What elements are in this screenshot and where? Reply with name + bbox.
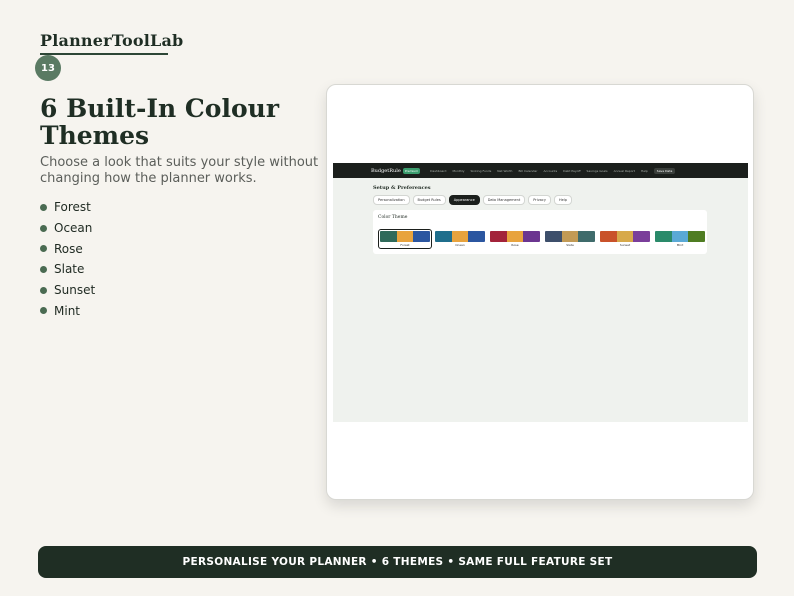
nav-item-debt-payoff[interactable]: Debt Payoff [563, 169, 580, 173]
swatch-color-bar [561, 231, 579, 242]
nav-item-savings-goals[interactable]: Savings Goals [587, 169, 608, 173]
brand-underline [40, 53, 168, 55]
swatch-color-bar [490, 231, 507, 242]
swatch-colors [380, 231, 430, 242]
nav-item-accounts[interactable]: Accounts [543, 169, 557, 173]
swatch-color-bar [616, 231, 634, 242]
swatch-color-bar [688, 231, 705, 242]
app-nav: Dashboard Monthly Sinking Funds Net Wort… [430, 169, 648, 173]
nav-item-help[interactable]: Help [641, 169, 648, 173]
theme-swatch-slate[interactable]: Slate [544, 230, 596, 248]
nav-item-net-worth[interactable]: Net Worth [497, 169, 512, 173]
nav-item-monthly[interactable]: Monthly [452, 169, 464, 173]
list-item: Rose [40, 238, 95, 259]
tab-privacy[interactable]: Privacy [528, 195, 551, 205]
swatch-colors [435, 231, 485, 242]
theme-name: Sunset [54, 283, 96, 298]
swatch-label: Forest [400, 243, 410, 247]
nav-item-bill-calendar[interactable]: Bill Calendar [518, 169, 537, 173]
theme-list: Forest Ocean Rose Slate Sunset Mint [40, 197, 95, 321]
device-frame: BudgetRule Premium Dashboard Monthly Sin… [326, 84, 754, 500]
swatch-color-bar [545, 231, 562, 242]
brand-logo: PlannerToolLab [40, 31, 184, 50]
swatch-colors [545, 231, 595, 242]
theme-name: Forest [54, 200, 91, 215]
bullet-icon [40, 224, 47, 232]
swatch-color-bar [523, 231, 540, 242]
list-item: Forest [40, 197, 95, 218]
swatch-color-bar [435, 231, 452, 242]
list-item: Ocean [40, 218, 95, 239]
footer-banner: PERSONALISE YOUR PLANNER • 6 THEMES • SA… [38, 546, 757, 578]
swatch-color-bar [468, 231, 485, 242]
tab-help[interactable]: Help [553, 195, 572, 205]
swatch-label: Slate [566, 243, 574, 247]
theme-name: Slate [54, 262, 85, 277]
bullet-icon [40, 307, 47, 315]
swatch-color-bar [396, 231, 414, 242]
page-title: 6 Built-In Colour Themes [40, 94, 279, 150]
save-data-button[interactable]: Save Data [653, 167, 676, 174]
card-title: Color Theme [378, 215, 408, 220]
app-screenshot: BudgetRule Premium Dashboard Monthly Sin… [333, 163, 748, 422]
nav-item-dashboard[interactable]: Dashboard [430, 169, 446, 173]
premium-badge: Premium [402, 167, 421, 174]
swatch-colors [600, 231, 650, 242]
swatch-color-bar [671, 231, 689, 242]
setup-title: Setup & Preferences [373, 185, 431, 191]
swatch-color-bar [413, 231, 430, 242]
tab-appearance[interactable]: Appearance [448, 195, 480, 205]
swatch-color-bar [633, 231, 650, 242]
theme-name: Rose [54, 241, 83, 256]
nav-item-sinking-funds[interactable]: Sinking Funds [470, 169, 491, 173]
swatch-label: Rose [511, 243, 519, 247]
tab-data-management[interactable]: Data Management [482, 195, 526, 205]
list-item: Mint [40, 300, 95, 321]
nav-item-annual-report[interactable]: Annual Report [614, 169, 635, 173]
swatch-color-bar [600, 231, 617, 242]
page-subtitle: Choose a look that suits your style with… [40, 155, 319, 186]
swatch-label: Mint [676, 243, 684, 247]
theme-swatch-sunset[interactable]: Sunset [599, 230, 651, 248]
swatch-color-bar [506, 231, 524, 242]
swatch-color-bar [451, 231, 469, 242]
swatch-color-bar [578, 231, 595, 242]
theme-name: Mint [54, 303, 80, 318]
theme-swatches: Forest Ocean Rose Slate Sunset Mint [378, 229, 706, 249]
list-item: Slate [40, 259, 95, 280]
bullet-icon [40, 265, 47, 273]
swatch-color-bar [380, 231, 397, 242]
page-number-badge: 13 [35, 55, 61, 81]
bullet-icon [40, 245, 47, 253]
list-item: Sunset [40, 280, 95, 301]
swatch-colors [490, 231, 540, 242]
tab-personalization[interactable]: Personalization [373, 195, 410, 205]
app-topbar: BudgetRule Premium Dashboard Monthly Sin… [333, 163, 748, 178]
theme-swatch-ocean[interactable]: Ocean [434, 230, 486, 248]
theme-swatch-rose[interactable]: Rose [489, 230, 541, 248]
theme-swatch-mint[interactable]: Mint [654, 230, 706, 248]
app-logo: BudgetRule [371, 167, 401, 174]
swatch-label: Ocean [455, 243, 465, 247]
tab-budget-rules[interactable]: Budget Rules [412, 195, 446, 205]
swatch-colors [655, 231, 705, 242]
theme-swatch-forest[interactable]: Forest [378, 229, 432, 249]
bullet-icon [40, 286, 47, 294]
color-theme-card: Color Theme Forest Ocean Rose Slate Sunset Mi… [373, 210, 707, 254]
settings-tabs: Personalization Budget Rules Appearance … [373, 195, 572, 205]
theme-name: Ocean [54, 221, 93, 236]
swatch-label: Sunset [619, 243, 631, 247]
swatch-color-bar [655, 231, 672, 242]
bullet-icon [40, 203, 47, 211]
